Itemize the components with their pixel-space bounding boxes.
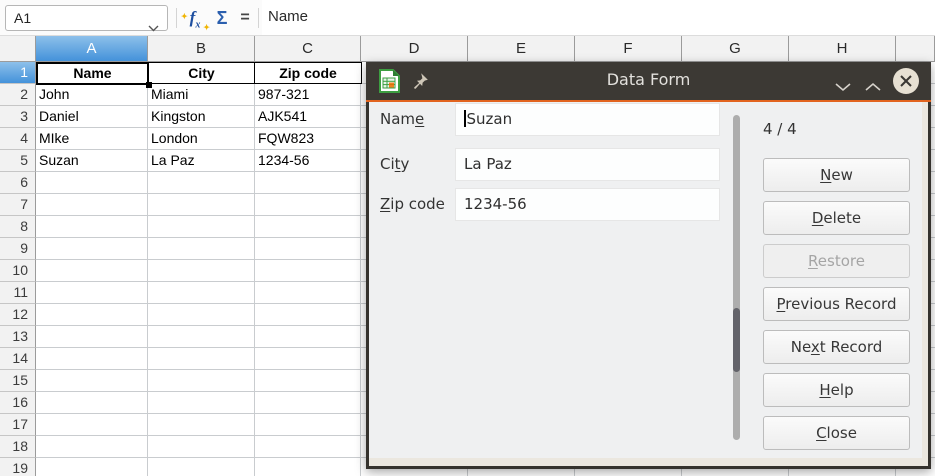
row-header-4[interactable]: 4 <box>0 128 36 150</box>
previous-record-button[interactable]: Previous Record <box>763 287 910 321</box>
row-header-18[interactable]: 18 <box>0 436 36 458</box>
column-header-H[interactable]: H <box>789 36 896 62</box>
equals-icon[interactable]: = <box>236 5 254 31</box>
scrollbar-thumb[interactable] <box>733 308 740 372</box>
row-header-9[interactable]: 9 <box>0 238 36 260</box>
toolbar-separator <box>176 8 177 28</box>
close-icon[interactable] <box>893 68 919 94</box>
close-button[interactable]: Close <box>763 416 910 450</box>
cell-C2[interactable]: 987-321 <box>255 84 361 106</box>
column-header-B[interactable]: B <box>148 36 255 62</box>
function-wizard-icon[interactable]: ✦fx✦ <box>183 5 207 31</box>
column-header-E[interactable]: E <box>468 36 575 62</box>
column-header-C[interactable]: C <box>255 36 361 62</box>
row-header-1[interactable]: 1 <box>0 62 36 84</box>
toolbar-separator <box>258 8 259 28</box>
app-window: A1 ✦fx✦ Σ = Name ABCDEFGH 12345678910111… <box>0 0 935 476</box>
delete-button[interactable]: Delete <box>763 201 910 235</box>
selected-cell-outline <box>36 62 149 85</box>
cell-A3[interactable]: Daniel <box>36 106 148 128</box>
cell-A2[interactable]: John <box>36 84 148 106</box>
row-header-2[interactable]: 2 <box>0 84 36 106</box>
zip-code-label: Zip code <box>380 195 445 213</box>
formula-text: Name <box>268 8 308 25</box>
next-record-button[interactable]: Next Record <box>763 330 910 364</box>
column-headers: ABCDEFGH <box>0 36 935 62</box>
shade-chevron-up-icon[interactable] <box>864 77 882 96</box>
shade-chevron-down-icon[interactable] <box>834 77 852 96</box>
row-header-3[interactable]: 3 <box>0 106 36 128</box>
row-header-15[interactable]: 15 <box>0 370 36 392</box>
row-header-5[interactable]: 5 <box>0 150 36 172</box>
name-label: Name <box>380 110 424 128</box>
row-header-8[interactable]: 8 <box>0 216 36 238</box>
row-headers: 12345678910111213141516171819 <box>0 62 36 476</box>
sum-icon[interactable]: Σ <box>211 5 233 31</box>
new-button[interactable]: New <box>763 158 910 192</box>
cell-A4[interactable]: MIke <box>36 128 148 150</box>
column-header-F[interactable]: F <box>575 36 682 62</box>
row-header-11[interactable]: 11 <box>0 282 36 304</box>
zip-code-field[interactable]: 1234-56 <box>455 188 720 221</box>
dialog-titlebar[interactable]: Data Form <box>366 62 931 100</box>
row-header-17[interactable]: 17 <box>0 414 36 436</box>
row-header-10[interactable]: 10 <box>0 260 36 282</box>
row-header-6[interactable]: 6 <box>0 172 36 194</box>
column-header-partial[interactable] <box>896 36 935 62</box>
city-field[interactable]: La Paz <box>455 148 720 181</box>
cell-A5[interactable]: Suzan <box>36 150 148 172</box>
name-box[interactable]: A1 <box>5 5 168 31</box>
cell-B4[interactable]: London <box>148 128 255 150</box>
column-header-A[interactable]: A <box>36 36 148 62</box>
restore-button: Restore <box>763 244 910 278</box>
cell-B3[interactable]: Kingston <box>148 106 255 128</box>
row-header-13[interactable]: 13 <box>0 326 36 348</box>
column-header-G[interactable]: G <box>682 36 789 62</box>
row-header-19[interactable]: 19 <box>0 458 36 476</box>
header-cell-zip-code[interactable]: Zip code <box>254 62 362 84</box>
row-header-14[interactable]: 14 <box>0 348 36 370</box>
formula-input[interactable]: Name <box>262 0 935 35</box>
column-header-D[interactable]: D <box>361 36 468 62</box>
record-counter: 4 / 4 <box>763 120 797 138</box>
city-label: City <box>380 155 409 173</box>
formula-toolbar: A1 ✦fx✦ Σ = Name <box>0 0 935 36</box>
cell-B2[interactable]: Miami <box>148 84 255 106</box>
selection-fill-handle[interactable] <box>146 82 152 88</box>
name-field[interactable]: Suzan <box>455 103 720 136</box>
header-cell-city[interactable]: City <box>147 62 256 84</box>
cell-B5[interactable]: La Paz <box>148 150 255 172</box>
cell-C4[interactable]: FQW823 <box>255 128 361 150</box>
dialog-scrollbar[interactable] <box>733 115 740 440</box>
name-box-value: A1 <box>14 10 31 26</box>
text-caret <box>464 110 466 127</box>
select-all-corner[interactable] <box>0 36 36 62</box>
help-button[interactable]: Help <box>763 373 910 407</box>
cell-C5[interactable]: 1234-56 <box>255 150 361 172</box>
row-header-7[interactable]: 7 <box>0 194 36 216</box>
row-header-12[interactable]: 12 <box>0 304 36 326</box>
data-form-dialog: Data Form Name Suzan City La Paz Zip code 123… <box>366 62 931 469</box>
cell-C3[interactable]: AJK541 <box>255 106 361 128</box>
row-header-16[interactable]: 16 <box>0 392 36 414</box>
